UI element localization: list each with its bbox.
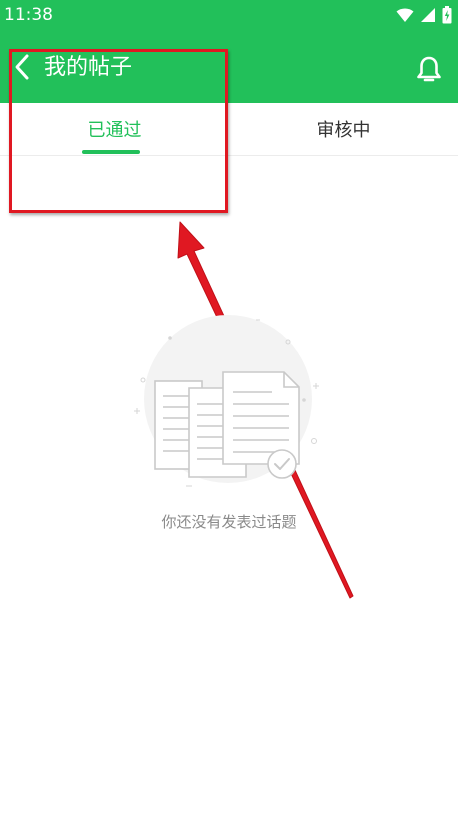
tab-under-review[interactable]: 审核中: [229, 103, 458, 155]
battery-charging-icon: [442, 6, 452, 24]
notification-button[interactable]: [412, 53, 446, 87]
status-bar: 11:38: [0, 0, 458, 32]
empty-documents-icon: [134, 315, 319, 487]
cell-signal-icon: [421, 8, 435, 22]
wifi-icon: [396, 8, 414, 22]
annotation-highlight-box: [9, 49, 228, 213]
empty-state-message: 你还没有发表过话题: [161, 513, 297, 531]
status-time: 11:38: [4, 5, 53, 25]
bell-icon: [417, 56, 441, 82]
tab-under-review-label: 审核中: [316, 120, 371, 141]
status-icons: [396, 6, 452, 24]
screen: 11:38 我的帖子 已通过 审核中 你还没有发表过话题: [0, 0, 458, 820]
